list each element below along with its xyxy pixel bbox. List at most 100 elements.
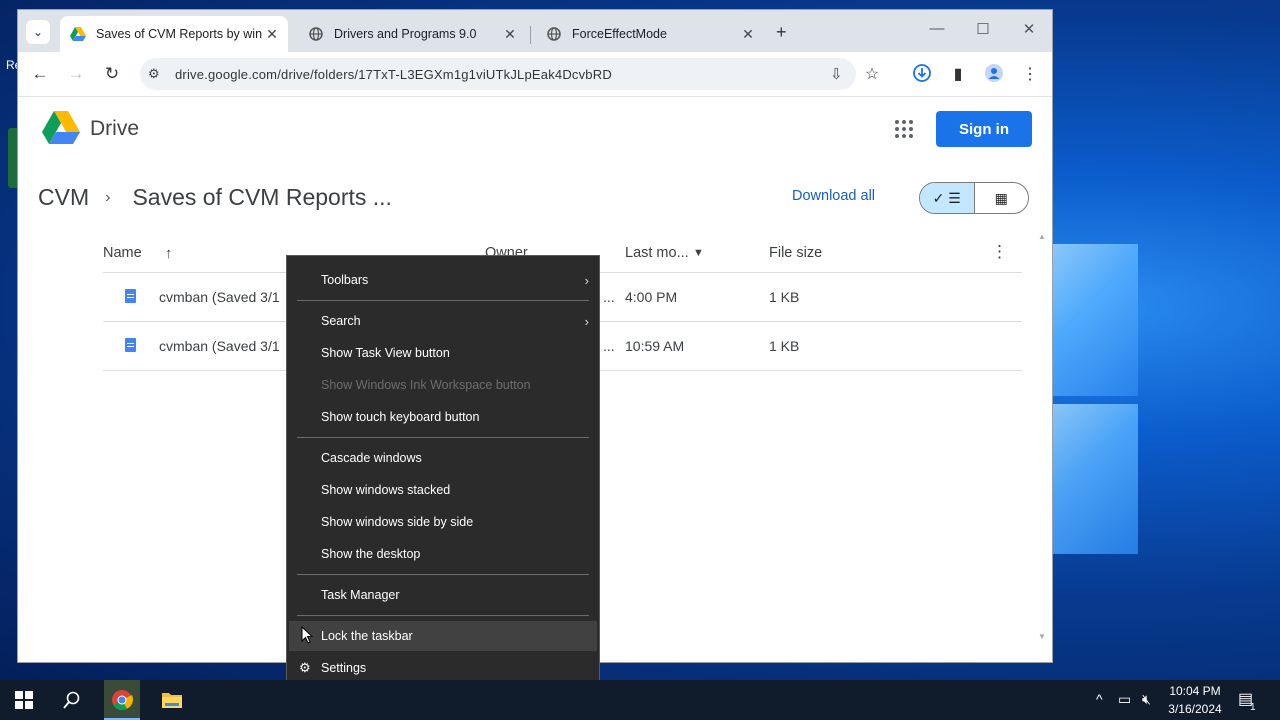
menu-divider [297, 615, 589, 616]
chevron-right-icon: › [584, 313, 589, 329]
menu-item-task-view[interactable]: Show Task View button [287, 338, 599, 368]
download-all-button[interactable]: Download all [792, 188, 875, 204]
drive-header: Drive Sign in [18, 97, 1052, 161]
menu-item-label: Show windows side by side [321, 515, 474, 529]
sort-dropdown-icon[interactable]: ▼ [693, 247, 704, 259]
taskbar-file-explorer-button[interactable] [154, 680, 190, 720]
file-owner: ... [603, 338, 615, 354]
file-modified: 4:00 PM [625, 289, 678, 305]
volume-muted-icon[interactable]: 🔇︎ [1142, 691, 1151, 708]
document-icon [125, 338, 136, 352]
menu-item-search[interactable]: Search › [287, 306, 599, 336]
tab-search-button[interactable]: ⌄ [26, 20, 50, 44]
menu-item-lock-taskbar[interactable]: Lock the taskbar [289, 621, 597, 651]
forward-arrow-icon[interactable]: → [64, 64, 88, 84]
file-size: 1 KB [769, 338, 800, 354]
drive-app-name[interactable]: Drive [90, 117, 139, 141]
start-button[interactable] [8, 680, 40, 720]
breadcrumb: CVM › Saves of CVM Reports ... [38, 184, 392, 211]
clock-time[interactable]: 10:04 PM [1164, 684, 1226, 698]
view-toggle: ✓ ☰ ▦ [919, 182, 1029, 214]
install-app-icon[interactable]: ⇩ [830, 65, 843, 83]
column-header-name[interactable]: Name [103, 245, 142, 261]
close-tab-icon[interactable]: ✕ [262, 26, 282, 43]
windows-logo-pane [1052, 404, 1138, 554]
windows-logo-icon [15, 691, 33, 709]
tab-drivers[interactable]: Drivers and Programs 9.0 ✕ [298, 16, 526, 52]
browser-toolbar: ← → ↻ ⚙ drive.google.com/drive/folders/1… [18, 52, 1052, 97]
google-drive-favicon-icon [70, 26, 86, 42]
menu-item-settings[interactable]: ⚙ Settings [287, 653, 599, 683]
menu-item-stacked[interactable]: Show windows stacked [287, 475, 599, 505]
google-apps-grid-icon[interactable] [894, 119, 914, 139]
network-icon[interactable]: ▭ [1118, 691, 1131, 708]
close-window-icon[interactable]: ✕ [1014, 20, 1044, 38]
gear-icon: ⚙ [299, 660, 311, 675]
side-panel-icon[interactable]: ▮ [946, 64, 970, 84]
menu-item-label: Settings [321, 661, 367, 675]
menu-item-label: Lock the taskbar [321, 629, 413, 643]
url-text[interactable]: drive.google.com/drive/folders/17TxT-L3E… [175, 67, 612, 82]
sort-arrow-up-icon[interactable]: ↑ [165, 245, 173, 262]
file-name[interactable]: cvmban (Saved 3/1 [159, 289, 280, 305]
download-icon[interactable] [910, 64, 934, 87]
folder-icon [162, 693, 182, 708]
menu-item-label: Search [321, 314, 361, 328]
tab-title: ForceEffectMode [572, 27, 667, 41]
column-header-last-modified[interactable]: Last mo... [625, 245, 689, 261]
menu-item-show-desktop[interactable]: Show the desktop [287, 539, 599, 569]
search-button[interactable] [56, 680, 88, 720]
sign-in-button[interactable]: Sign in [936, 111, 1032, 147]
google-drive-logo-icon[interactable] [42, 111, 80, 145]
menu-item-cascade[interactable]: Cascade windows [287, 443, 599, 473]
globe-icon [308, 26, 324, 42]
notification-count-badge: 1 [1250, 702, 1256, 713]
new-tab-plus-icon[interactable]: + [776, 22, 787, 43]
maximize-icon[interactable]: ☐ [968, 20, 998, 38]
list-icon: ☰ [948, 189, 961, 206]
reload-icon[interactable]: ↻ [100, 64, 124, 84]
menu-divider [297, 574, 589, 575]
address-bar[interactable]: ⚙ drive.google.com/drive/folders/17TxT-L… [140, 58, 856, 90]
grid-view-button[interactable]: ▦ [975, 183, 1029, 213]
chevron-right-icon: › [584, 272, 589, 288]
minimize-icon[interactable]: — [922, 20, 952, 37]
menu-divider [297, 300, 589, 301]
breadcrumb-root[interactable]: CVM [38, 184, 89, 211]
more-options-icon[interactable]: ⋮ [991, 242, 1008, 262]
tab-drive[interactable]: Saves of CVM Reports by winse ✕ [60, 16, 288, 52]
grid-icon: ▦ [994, 189, 1008, 206]
kebab-menu-icon[interactable]: ⋮ [1018, 64, 1042, 84]
show-hidden-icons-chevron-icon[interactable]: ^ [1096, 691, 1103, 707]
tab-title: Drivers and Programs 9.0 [334, 27, 477, 41]
bookmark-star-icon[interactable]: ☆ [860, 64, 884, 84]
windows-taskbar: ^ ▭ 🔇︎ 10:04 PM 3/16/2024 ▤ 1 [0, 680, 1280, 720]
file-name[interactable]: cvmban (Saved 3/1 [159, 338, 280, 354]
scroll-down-icon[interactable]: ▼ [1038, 632, 1046, 641]
menu-divider [297, 437, 589, 438]
tab-divider [530, 26, 531, 44]
menu-item-label: Show touch keyboard button [321, 410, 480, 424]
search-icon [63, 691, 80, 709]
menu-item-toolbars[interactable]: Toolbars › [287, 265, 599, 295]
menu-item-side-by-side[interactable]: Show windows side by side [287, 507, 599, 537]
profile-avatar-icon[interactable] [982, 64, 1006, 87]
tab-forceeffect[interactable]: ForceEffectMode ✕ [536, 16, 764, 52]
close-tab-icon[interactable]: ✕ [738, 26, 758, 43]
menu-item-ink-workspace: Show Windows Ink Workspace button [287, 370, 599, 400]
menu-item-label: Show Windows Ink Workspace button [321, 378, 531, 392]
close-tab-icon[interactable]: ✕ [500, 26, 520, 43]
menu-item-touch-keyboard[interactable]: Show touch keyboard button [287, 402, 599, 432]
scroll-up-icon[interactable]: ▲ [1038, 232, 1046, 241]
site-info-icon[interactable]: ⚙ [148, 66, 160, 82]
checkmark-icon: ✓ [932, 189, 945, 206]
tab-strip: ⌄ Saves of CVM Reports by winse ✕ Driver… [18, 10, 1052, 52]
menu-item-label: Toolbars [321, 273, 369, 287]
list-view-button[interactable]: ✓ ☰ [920, 183, 975, 213]
back-arrow-icon[interactable]: ← [28, 64, 52, 84]
breadcrumb-current-folder[interactable]: Saves of CVM Reports ... [132, 184, 391, 211]
column-header-file-size[interactable]: File size [769, 245, 822, 261]
clock-date[interactable]: 3/16/2024 [1164, 702, 1226, 716]
menu-item-task-manager[interactable]: Task Manager [287, 580, 599, 610]
menu-item-label: Show the desktop [321, 547, 421, 561]
